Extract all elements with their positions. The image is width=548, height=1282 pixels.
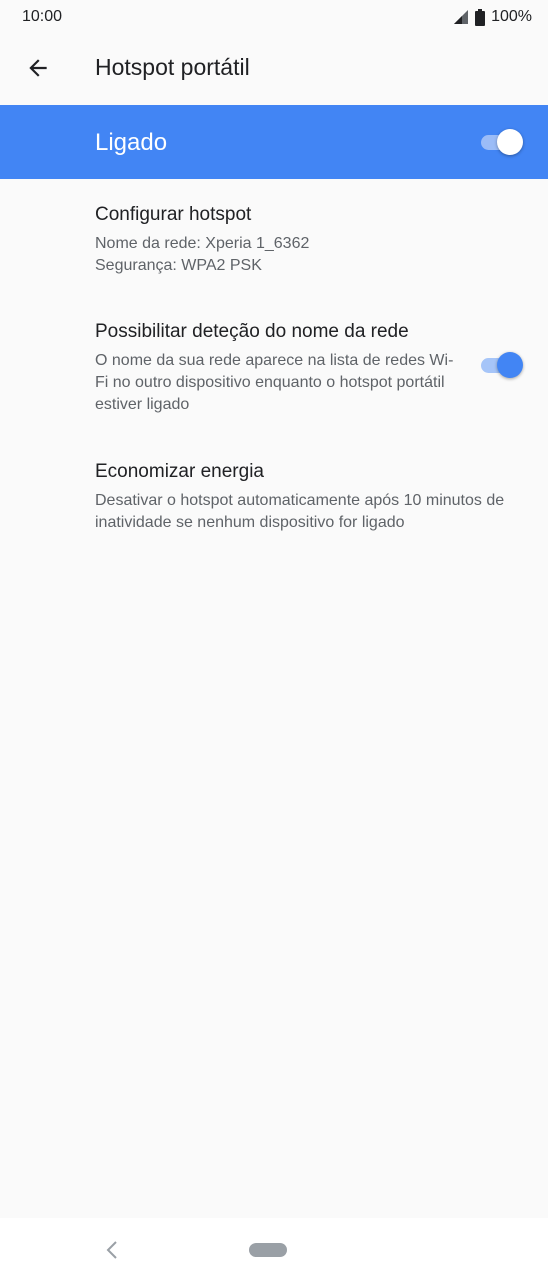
setting-title: Economizar energia [95,461,264,482]
app-bar: Hotspot portátil [0,34,548,105]
master-toggle[interactable] [479,129,523,155]
back-button[interactable] [18,48,58,88]
nav-back-icon [106,1241,117,1259]
setting-save-energy[interactable]: Economizar energia Desativar o hotspot a… [95,460,515,534]
setting-configure-hotspot[interactable]: Configurar hotspot Nome da rede: Xperia … [95,203,515,277]
page-title: Hotspot portátil [95,54,250,80]
status-bar: 10:00 100% [0,0,548,34]
setting-summary: O nome da sua rede aparece na lista de r… [95,352,454,413]
security-line: Segurança: WPA2 PSK [95,257,262,274]
nav-back-button[interactable] [98,1234,126,1266]
setting-title: Configurar hotspot [95,204,252,225]
master-toggle-thumb [497,129,523,155]
network-detection-toggle-thumb [497,352,523,378]
setting-title: Possibilitar deteção do nome da rede [95,321,409,342]
network-name-line: Nome da rede: Xperia 1_6362 [95,235,310,252]
signal-icon [454,10,469,24]
setting-summary: Desativar o hotspot automaticamente após… [95,492,505,531]
master-switch-bar[interactable]: Ligado [0,105,548,179]
arrow-back-icon [29,59,47,77]
navigation-bar [0,1218,548,1282]
status-icons: 100% [453,8,532,26]
master-switch-label: Ligado [95,129,168,156]
battery-percent: 100% [491,8,532,25]
battery-icon [475,8,486,26]
network-detection-toggle[interactable] [479,352,523,378]
status-time: 10:00 [22,8,63,25]
setting-summary: Nome da rede: Xperia 1_6362 Segurança: W… [95,233,515,277]
home-pill-icon[interactable] [249,1243,287,1257]
setting-network-name-detection[interactable]: Possibilitar deteção do nome da rede O n… [95,320,455,416]
